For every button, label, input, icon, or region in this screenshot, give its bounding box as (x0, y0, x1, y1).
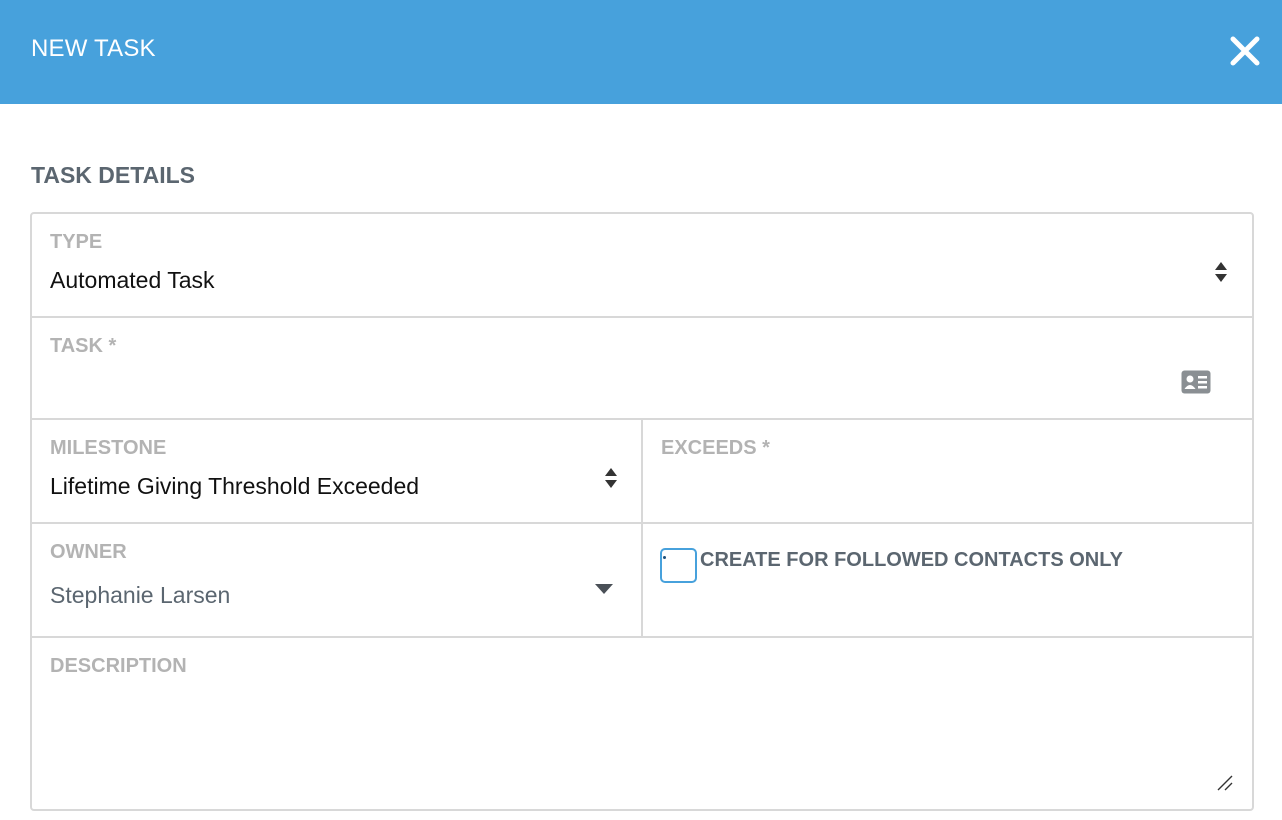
task-details-form: TYPE Automated Task TASK * MILESTONE Lif… (30, 212, 1254, 811)
owner-label: OWNER (50, 541, 127, 563)
close-icon (1230, 36, 1260, 66)
exceeds-field[interactable]: EXCEEDS * (643, 420, 1252, 522)
resize-handle-icon[interactable] (1217, 775, 1233, 791)
description-row: DESCRIPTION (32, 638, 1252, 809)
task-field[interactable]: TASK * (32, 318, 1252, 418)
owner-row: OWNER Stephanie Larsen CREATE FOR FOLLOW… (32, 524, 1252, 638)
owner-value: Stephanie Larsen (50, 582, 231, 608)
followed-contacts-checkbox[interactable] (660, 548, 697, 583)
milestone-select[interactable]: MILESTONE Lifetime Giving Threshold Exce… (32, 420, 643, 522)
type-label: TYPE (50, 231, 103, 253)
task-row: TASK * (32, 318, 1252, 420)
milestone-row: MILESTONE Lifetime Giving Threshold Exce… (32, 420, 1252, 524)
owner-select[interactable]: OWNER Stephanie Larsen (32, 524, 643, 636)
followed-contacts-option: CREATE FOR FOLLOWED CONTACTS ONLY (643, 524, 1252, 636)
section-title: TASK DETAILS (31, 162, 195, 188)
description-label: DESCRIPTION (50, 655, 187, 677)
dialog-title: NEW TASK (31, 35, 156, 62)
task-label: TASK * (50, 335, 117, 357)
contact-card-icon[interactable] (1181, 370, 1211, 394)
exceeds-label: EXCEEDS * (661, 437, 770, 459)
type-select[interactable]: TYPE Automated Task (32, 214, 1252, 316)
type-value: Automated Task (50, 267, 215, 293)
description-textarea[interactable]: DESCRIPTION (32, 638, 1252, 809)
milestone-label: MILESTONE (50, 437, 167, 459)
close-button[interactable] (1228, 34, 1262, 68)
type-row: TYPE Automated Task (32, 214, 1252, 318)
sort-updown-icon (1215, 262, 1227, 282)
sort-updown-icon (605, 468, 617, 488)
milestone-value: Lifetime Giving Threshold Exceeded (50, 473, 420, 499)
caret-down-icon (595, 584, 613, 594)
dialog-header: NEW TASK (0, 0, 1282, 104)
followed-contacts-label[interactable]: CREATE FOR FOLLOWED CONTACTS ONLY (700, 548, 1123, 572)
